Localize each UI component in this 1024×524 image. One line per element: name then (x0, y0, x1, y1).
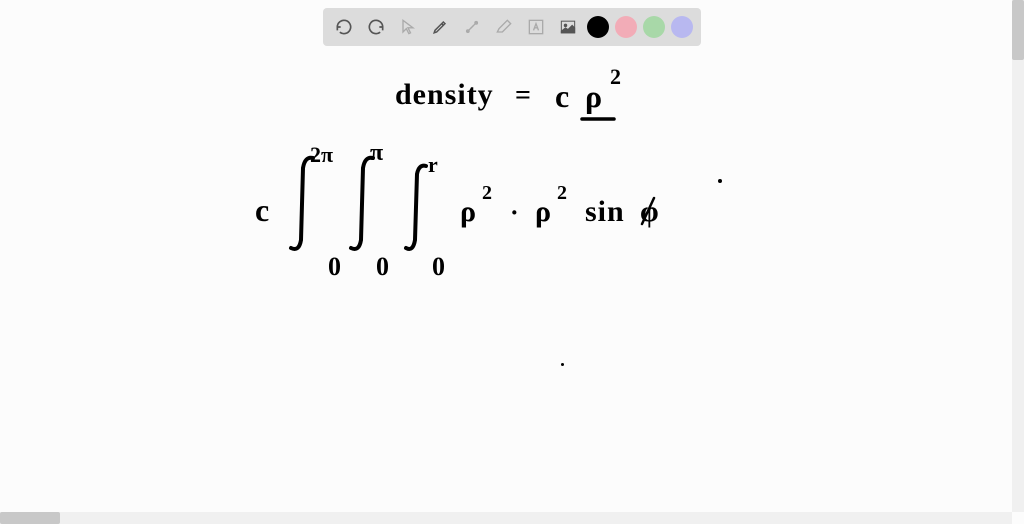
vertical-scrollbar-thumb[interactable] (1012, 0, 1024, 60)
color-purple[interactable] (671, 16, 693, 38)
stray-dot-2 (560, 362, 565, 367)
stray-dot-1 (717, 178, 723, 184)
integral-1 (285, 150, 325, 260)
hand-eq: = (515, 80, 531, 112)
hand-c-prefix: c (255, 192, 269, 229)
image-tool-button[interactable] (555, 14, 581, 40)
redo-button[interactable] (363, 14, 389, 40)
hand-rho1: ρ (585, 78, 602, 115)
hand-phi: φ (640, 195, 659, 229)
hand-exp3: 2 (557, 182, 567, 205)
color-pink[interactable] (615, 16, 637, 38)
limit-zero-2: 0 (376, 252, 389, 282)
pointer-icon (398, 17, 418, 37)
undo-button[interactable] (331, 14, 357, 40)
limit-zero-1: 0 (328, 252, 341, 282)
hand-rho2: ρ (460, 195, 476, 229)
hand-rho3: ρ (535, 195, 551, 229)
pointer-tool-button[interactable] (395, 14, 421, 40)
undo-icon (334, 17, 354, 37)
limit-r: r (428, 152, 438, 178)
image-icon (558, 17, 578, 37)
eraser-tool-button[interactable] (491, 14, 517, 40)
horizontal-scrollbar[interactable] (0, 512, 1012, 524)
eraser-icon (494, 17, 514, 37)
tools-icon (462, 17, 482, 37)
config-tool-button[interactable] (459, 14, 485, 40)
text-icon (526, 17, 546, 37)
hand-underline (580, 115, 620, 123)
hand-dot: · (510, 198, 519, 228)
pen-tool-button[interactable] (427, 14, 453, 40)
drawing-canvas[interactable]: density = c ρ 2 c 2π 0 π 0 r 0 ρ 2 · ρ 2… (0, 0, 1012, 512)
hand-exp1: 2 (610, 64, 621, 90)
hand-density: density (395, 78, 494, 112)
redo-icon (366, 17, 386, 37)
color-black[interactable] (587, 16, 609, 38)
integral-2 (345, 150, 385, 260)
hand-c1: c (555, 78, 569, 115)
vertical-scrollbar[interactable] (1012, 0, 1024, 512)
color-green[interactable] (643, 16, 665, 38)
limit-2pi: 2π (310, 142, 333, 168)
phi-strike (636, 194, 660, 230)
drawing-toolbar (323, 8, 701, 46)
pen-icon (430, 17, 450, 37)
hand-exp2: 2 (482, 182, 492, 205)
horizontal-scrollbar-thumb[interactable] (0, 512, 60, 524)
hand-sin: sin (585, 195, 625, 229)
integral-3 (400, 158, 436, 258)
limit-zero-3: 0 (432, 252, 445, 282)
text-tool-button[interactable] (523, 14, 549, 40)
limit-pi: π (370, 140, 383, 167)
